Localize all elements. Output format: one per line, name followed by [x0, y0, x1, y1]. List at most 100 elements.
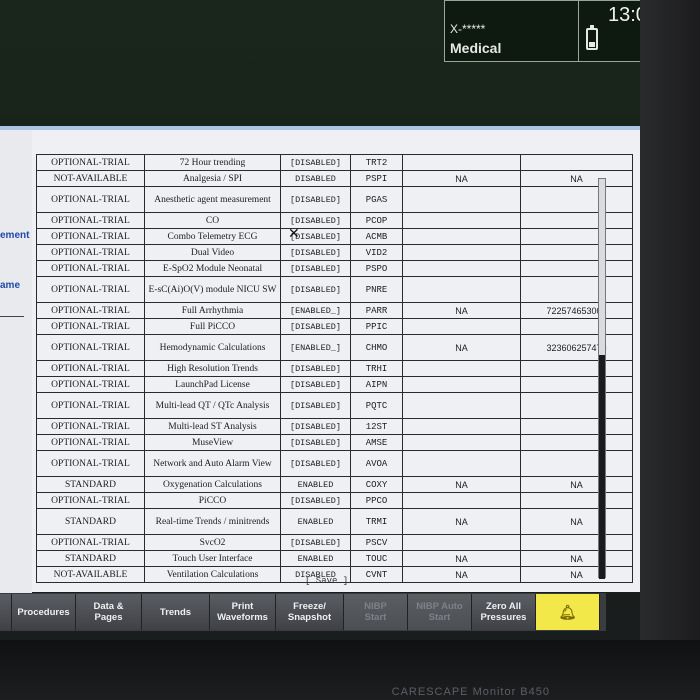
enabled-state-cell: [DISABLED] — [280, 450, 351, 477]
license-key-cell — [520, 228, 633, 245]
table-row[interactable]: STANDARD Touch User Interface ENABLED TOUC N… — [36, 550, 633, 567]
license-key-cell — [520, 244, 633, 261]
license-status-cell: OPTIONAL-TRIAL — [36, 418, 145, 435]
table-row[interactable]: OPTIONAL-TRIAL MuseView [DISABLED] AMSE — [36, 434, 633, 451]
feature-code-cell: PQTC — [350, 392, 403, 419]
feature-code-cell: PPCO — [350, 492, 403, 509]
license-value-cell — [402, 450, 521, 477]
procedures-button[interactable]: Procedures — [12, 594, 76, 630]
feature-name-cell: E-SpO2 Module Neonatal — [144, 260, 281, 277]
side-label-measurement[interactable]: ement — [0, 230, 29, 241]
license-key-cell: NA — [520, 566, 633, 583]
license-status-cell: STANDARD — [36, 550, 145, 567]
table-row[interactable]: NOT-AVAILABLE Analgesia / SPI DISABLED PSPI… — [36, 170, 633, 187]
table-row[interactable]: STANDARD Real-time Trends / minitrends ENA… — [36, 508, 633, 535]
license-key-cell — [520, 392, 633, 419]
feature-code-cell: PNRE — [350, 276, 403, 303]
table-row[interactable]: OPTIONAL-TRIAL Dual Video [DISABLED] VID2 — [36, 244, 633, 261]
nibp-start-button[interactable]: NIBP Start — [344, 594, 408, 630]
license-key-cell — [520, 154, 633, 171]
license-status-cell: OPTIONAL-TRIAL — [36, 534, 145, 551]
data-pages-button[interactable]: Data & Pages — [76, 594, 142, 630]
patient-id: X-***** — [450, 22, 486, 36]
table-row[interactable]: OPTIONAL-TRIAL 72 Hour trending [DISABLED]… — [36, 154, 633, 171]
feature-name-cell: Anesthetic agent measurement — [144, 186, 281, 213]
license-key-cell — [520, 492, 633, 509]
license-status-cell: OPTIONAL-TRIAL — [36, 318, 145, 335]
license-status-cell: OPTIONAL-TRIAL — [36, 302, 145, 319]
feature-name-cell: 72 Hour trending — [144, 154, 281, 171]
table-row[interactable]: OPTIONAL-TRIAL Network and Auto Alarm Vie… — [36, 450, 633, 477]
alarm-silence-button[interactable]: 🔔︎ — [536, 594, 600, 630]
license-value-cell — [402, 534, 521, 551]
license-key-cell — [520, 186, 633, 213]
table-row[interactable]: OPTIONAL-TRIAL E-SpO2 Module Neonatal [DIS… — [36, 260, 633, 277]
feature-name-cell: Touch User Interface — [144, 550, 281, 567]
table-row[interactable]: OPTIONAL-TRIAL High Resolution Trends [DIS… — [36, 360, 633, 377]
table-row[interactable]: OPTIONAL-TRIAL Combo Telemetry ECG [DISABL… — [36, 228, 633, 245]
license-value-cell — [402, 376, 521, 393]
license-value-cell — [402, 392, 521, 419]
side-divider — [0, 316, 24, 317]
cursor-x-icon: ✕ — [288, 226, 300, 242]
table-row[interactable]: OPTIONAL-TRIAL Anesthetic agent measureme… — [36, 186, 633, 213]
feature-code-cell: TRHI — [350, 360, 403, 377]
feature-name-cell: Combo Telemetry ECG — [144, 228, 281, 245]
feature-name-cell: LaunchPad License — [144, 376, 281, 393]
menu-button-partial[interactable] — [0, 594, 12, 630]
freeze-snapshot-button[interactable]: Freeze/ Snapshot — [276, 594, 344, 630]
enabled-state-cell: ENABLED — [280, 508, 351, 535]
feature-code-cell: PSPI — [350, 170, 403, 187]
feature-code-cell: TRT2 — [350, 154, 403, 171]
license-status-cell: OPTIONAL-TRIAL — [36, 212, 145, 229]
table-row[interactable]: OPTIONAL-TRIAL Multi-lead ST Analysis [DIS… — [36, 418, 633, 435]
zero-all-pressures-button[interactable]: Zero All Pressures — [472, 594, 536, 630]
nibp-auto-start-button[interactable]: NIBP Auto Start — [408, 594, 472, 630]
license-key-cell: NA — [520, 550, 633, 567]
feature-name-cell: PiCCO — [144, 492, 281, 509]
table-row[interactable]: OPTIONAL-TRIAL E-sC(Ai)O(V) module NICU S… — [36, 276, 633, 303]
feature-name-cell: Multi-lead ST Analysis — [144, 418, 281, 435]
enabled-state-cell: [DISABLED] — [280, 186, 351, 213]
enabled-state-cell: [DISABLED] — [280, 154, 351, 171]
feature-code-cell: TOUC — [350, 550, 403, 567]
feature-code-cell: PCOP — [350, 212, 403, 229]
license-key-cell: NA — [520, 508, 633, 535]
table-row[interactable]: OPTIONAL-TRIAL SvcO2 [DISABLED] PSCV — [36, 534, 633, 551]
table-row[interactable]: OPTIONAL-TRIAL CO [DISABLED] PCOP — [36, 212, 633, 229]
trends-button[interactable]: Trends — [142, 594, 210, 630]
print-waveforms-button[interactable]: Print Waveforms — [210, 594, 276, 630]
license-key-cell — [520, 450, 633, 477]
license-key-cell — [520, 318, 633, 335]
feature-code-cell: PARR — [350, 302, 403, 319]
feature-license-dialog: ement ame OPTIONAL-TRIAL 72 Hour trending… — [0, 126, 668, 596]
license-status-cell: STANDARD — [36, 508, 145, 535]
enabled-state-cell: [DISABLED] — [280, 434, 351, 451]
license-key-cell: NA — [520, 476, 633, 493]
enabled-state-cell: [ENABLED_] — [280, 302, 351, 319]
license-status-cell: OPTIONAL-TRIAL — [36, 360, 145, 377]
scrollbar-thumb[interactable] — [599, 355, 605, 579]
table-row[interactable]: OPTIONAL-TRIAL Full Arrhythmia [ENABLED_] P… — [36, 302, 633, 319]
license-value-cell: NA — [402, 302, 521, 319]
enabled-state-cell: ENABLED — [280, 476, 351, 493]
table-row[interactable]: OPTIONAL-TRIAL PiCCO [DISABLED] PPCO — [36, 492, 633, 509]
feature-name-cell: Real-time Trends / minitrends — [144, 508, 281, 535]
feature-name-cell: SvcO2 — [144, 534, 281, 551]
table-row[interactable]: OPTIONAL-TRIAL Hemodynamic Calculations [E… — [36, 334, 633, 361]
side-label-name[interactable]: ame — [0, 280, 20, 291]
enabled-state-cell: DISABLED — [280, 170, 351, 187]
table-row[interactable]: OPTIONAL-TRIAL LaunchPad License [DISABLED… — [36, 376, 633, 393]
enabled-state-cell: [DISABLED] — [280, 244, 351, 261]
table-row[interactable]: OPTIONAL-TRIAL Full PiCCO [DISABLED] PPIC — [36, 318, 633, 335]
table-row[interactable]: OPTIONAL-TRIAL Multi-lead QT / QTc Analys… — [36, 392, 633, 419]
monitor-bezel-right — [640, 0, 700, 700]
table-scrollbar[interactable] — [598, 178, 606, 579]
feature-code-cell: CVNT — [350, 566, 403, 583]
table-row[interactable]: STANDARD Oxygenation Calculations ENABLED C… — [36, 476, 633, 493]
enabled-state-cell: [DISABLED] — [280, 376, 351, 393]
license-value-cell — [402, 360, 521, 377]
feature-code-cell: COXY — [350, 476, 403, 493]
license-value-cell — [402, 186, 521, 213]
save-button[interactable]: [ Save ] — [305, 576, 348, 586]
